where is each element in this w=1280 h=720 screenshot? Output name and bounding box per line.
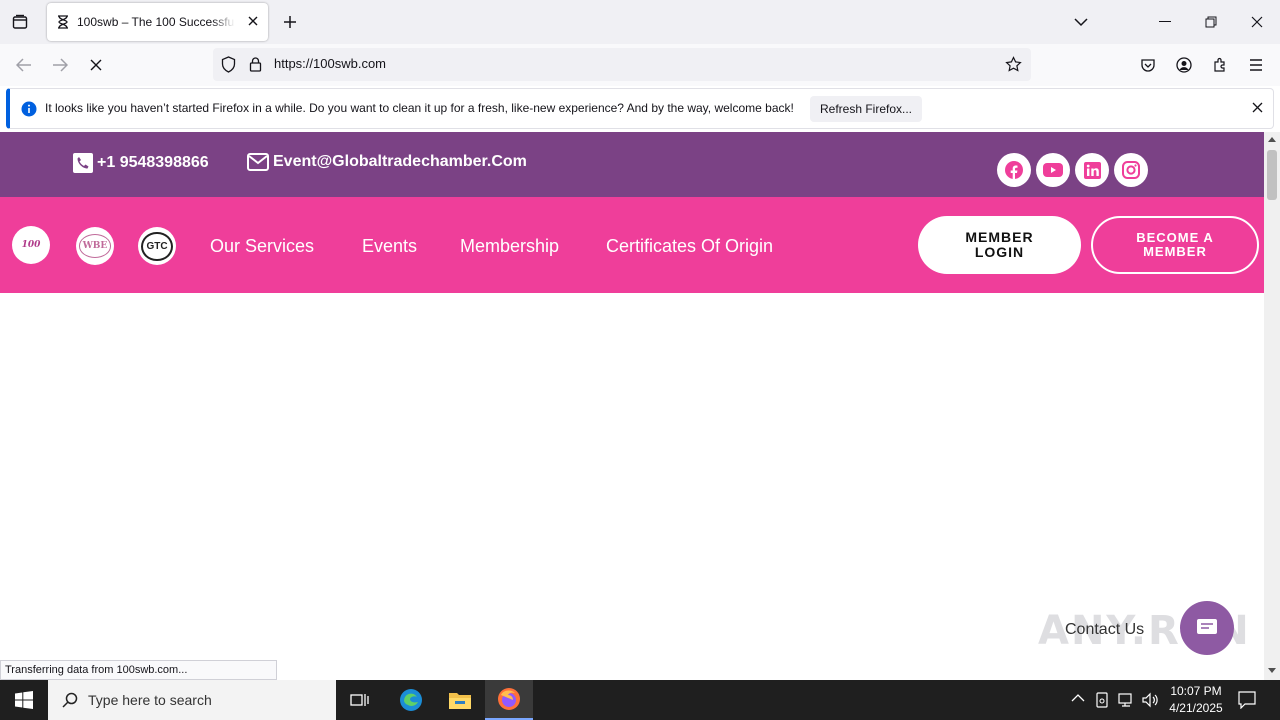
firefox-view-icon[interactable] <box>8 11 32 33</box>
extensions-icon[interactable] <box>1210 55 1230 75</box>
nav-membership[interactable]: Membership <box>460 236 559 257</box>
chat-button[interactable] <box>1180 601 1234 655</box>
notification-message: It looks like you haven’t started Firefo… <box>45 101 794 115</box>
new-tab-icon[interactable] <box>280 12 300 32</box>
logo-100swb-text: 100 <box>21 240 41 250</box>
device-icon[interactable] <box>1095 692 1109 708</box>
email-contact[interactable]: Event@Globaltradechamber.Com <box>247 153 527 171</box>
firefox-icon <box>497 687 521 711</box>
web-page: +1 9548398866 Event@Globaltradechamber.C… <box>0 132 1264 680</box>
contact-topbar: +1 9548398866 Event@Globaltradechamber.C… <box>0 132 1264 197</box>
become-a-member-button[interactable]: BECOME A MEMBER <box>1091 216 1259 274</box>
contact-us-label[interactable]: Contact Us <box>1065 621 1144 639</box>
forward-icon[interactable] <box>49 55 71 75</box>
become-member-line2: MEMBER <box>1143 244 1207 259</box>
vertical-scrollbar[interactable] <box>1264 132 1280 680</box>
system-clock[interactable]: 10:07 PM 4/21/2025 <box>1162 683 1230 717</box>
nav-our-services[interactable]: Our Services <box>210 236 314 257</box>
close-window-icon[interactable] <box>1242 12 1272 32</box>
tab-strip: 100swb – The 100 Successful Women in Bus… <box>0 0 1280 44</box>
account-icon[interactable] <box>1174 55 1194 75</box>
restore-icon[interactable] <box>1196 12 1226 32</box>
edge-taskbar-button[interactable] <box>387 680 435 720</box>
minimize-icon[interactable] <box>1150 12 1180 32</box>
scrollbar-thumb[interactable] <box>1267 150 1277 200</box>
back-icon[interactable] <box>13 55 35 75</box>
start-button[interactable] <box>0 680 48 720</box>
close-notification-icon[interactable] <box>1252 102 1263 113</box>
stop-loading-icon[interactable] <box>85 55 107 75</box>
facebook-icon[interactable] <box>997 153 1031 187</box>
app-menu-icon[interactable] <box>1246 55 1266 75</box>
phone-number: +1 9548398866 <box>97 154 209 171</box>
notifications-icon[interactable] <box>1238 691 1256 709</box>
windows-taskbar: Type here to search 10:07 PM 4/21/2025 <box>0 680 1280 720</box>
edge-icon <box>399 688 423 712</box>
logo-gtc-text: GTC <box>141 231 173 261</box>
search-placeholder: Type here to search <box>88 692 212 708</box>
refresh-firefox-button[interactable]: Refresh Firefox... <box>810 96 922 122</box>
scroll-up-arrow-icon[interactable] <box>1268 136 1276 142</box>
email-address: Event@Globaltradechamber.Com <box>273 153 527 170</box>
notification-bar: It looks like you haven’t started Firefo… <box>6 88 1274 129</box>
tab-active[interactable]: 100swb – The 100 Successful Women in Bus… <box>47 3 268 41</box>
list-all-tabs-icon[interactable] <box>1071 12 1091 32</box>
nav-certificates-of-origin[interactable]: Certificates Of Origin <box>606 236 773 257</box>
close-tab-icon[interactable] <box>247 15 259 27</box>
member-login-button[interactable]: MEMBER LOGIN <box>918 216 1081 274</box>
volume-icon[interactable] <box>1142 692 1160 708</box>
logo-100swb[interactable]: 100 <box>12 226 50 264</box>
nav-events[interactable]: Events <box>362 236 417 257</box>
phone-contact[interactable]: +1 9548398866 <box>73 153 209 173</box>
tracking-protection-shield-icon[interactable] <box>221 56 236 73</box>
task-view-button[interactable] <box>336 680 384 720</box>
network-icon[interactable] <box>1118 692 1134 708</box>
loading-hourglass-icon <box>57 15 69 29</box>
linkedin-icon[interactable] <box>1075 153 1109 187</box>
scroll-down-arrow-icon[interactable] <box>1268 668 1276 674</box>
instagram-icon[interactable] <box>1114 153 1148 187</box>
info-icon <box>21 101 37 117</box>
firefox-taskbar-button[interactable] <box>485 680 533 720</box>
logo-gtc[interactable]: GTC <box>138 227 176 265</box>
logo-wbe-text: WBE <box>78 234 112 258</box>
become-member-line1: BECOME A <box>1136 230 1214 245</box>
member-login-line2: LOGIN <box>974 244 1025 260</box>
main-navigation: 100 WBE GTC Our Services Events Membersh… <box>0 197 1264 293</box>
taskbar-search[interactable]: Type here to search <box>48 680 336 720</box>
envelope-icon <box>247 153 269 171</box>
pocket-icon[interactable] <box>1138 55 1158 75</box>
show-hidden-icons-icon[interactable] <box>1071 693 1085 703</box>
youtube-icon[interactable] <box>1036 153 1070 187</box>
status-panel: Transferring data from 100swb.com... <box>0 660 277 680</box>
bookmark-star-icon[interactable] <box>1005 56 1022 73</box>
logo-wbe[interactable]: WBE <box>76 227 114 265</box>
lock-icon[interactable] <box>249 56 262 72</box>
navigation-toolbar: https://100swb.com <box>0 44 1280 86</box>
member-login-line1: MEMBER <box>965 229 1034 245</box>
windows-logo-icon <box>15 691 33 709</box>
chat-icon <box>1196 618 1218 638</box>
folder-icon <box>448 690 472 710</box>
url-text: https://100swb.com <box>274 56 386 71</box>
clock-date: 4/21/2025 <box>1169 701 1223 715</box>
clock-time: 10:07 PM <box>1170 684 1222 698</box>
tab-title: 100swb – The 100 Successful Women in Bus… <box>77 15 235 29</box>
file-explorer-taskbar-button[interactable] <box>436 680 484 720</box>
search-icon <box>62 692 78 708</box>
phone-icon <box>73 153 93 173</box>
task-view-icon <box>350 692 370 708</box>
url-bar[interactable]: https://100swb.com <box>213 48 1031 81</box>
